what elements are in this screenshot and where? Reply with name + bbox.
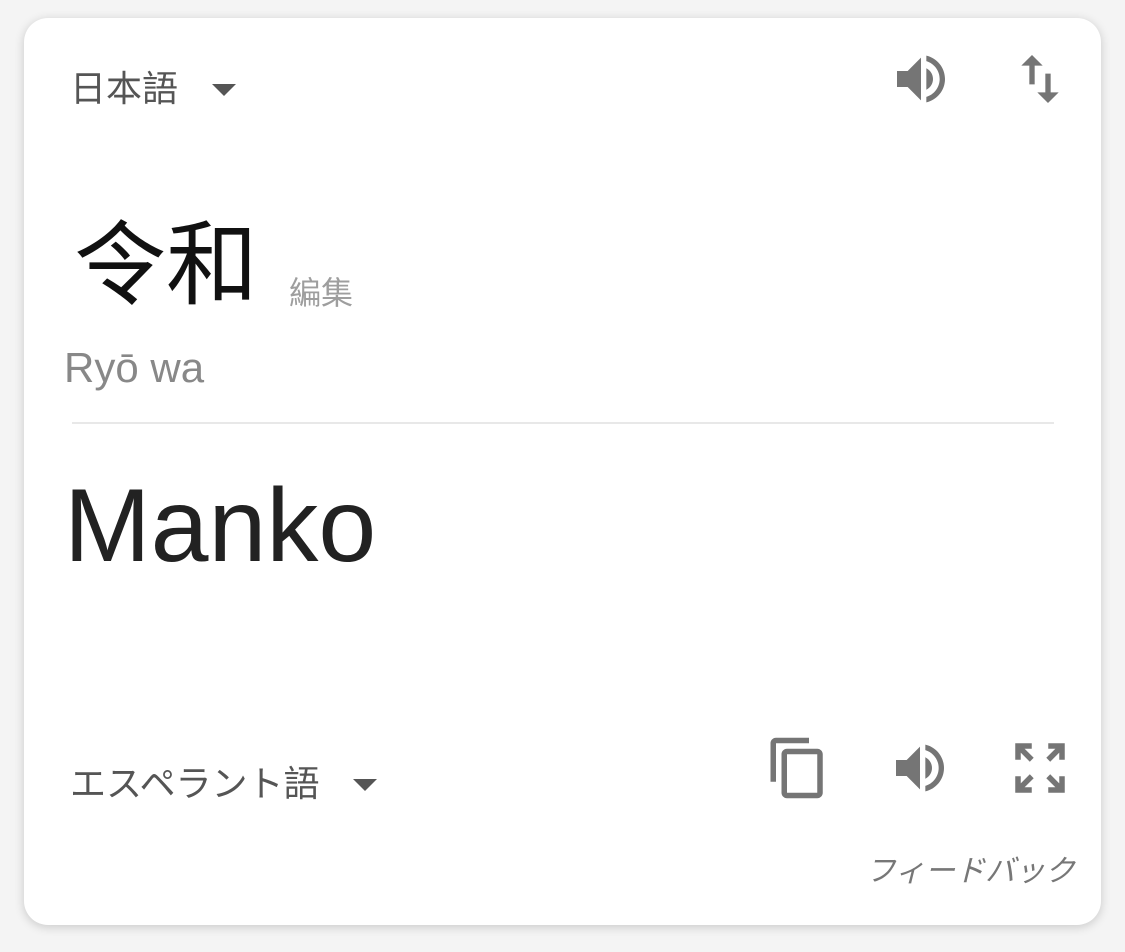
divider [72, 422, 1054, 424]
speaker-icon [897, 55, 945, 103]
translate-card: 日本語 令和 編集 Ryō wa Manko エスペラント語 フィードバック [24, 18, 1101, 925]
source-language-select[interactable]: 日本語 [70, 69, 237, 110]
fullscreen-button[interactable] [1004, 732, 1076, 804]
chevron-down-icon [212, 84, 237, 96]
source-text: 令和 [74, 212, 259, 319]
swap-languages-icon [1021, 55, 1059, 103]
target-speaker-button[interactable] [884, 732, 956, 804]
speaker-icon [896, 744, 944, 792]
translation-text: Manko [64, 468, 377, 584]
swap-languages-button[interactable] [1004, 43, 1076, 115]
target-language-label: エスペラント語 [70, 764, 320, 805]
fullscreen-icon [1015, 743, 1065, 793]
copy-icon [770, 737, 823, 799]
chevron-down-icon [353, 779, 378, 791]
edit-link[interactable]: 編集 [289, 268, 353, 314]
copy-button[interactable] [762, 732, 834, 804]
source-speaker-button[interactable] [885, 43, 957, 115]
source-language-label: 日本語 [70, 69, 179, 110]
target-language-select[interactable]: エスペラント語 [70, 764, 378, 805]
feedback-link[interactable]: フィードバック [866, 846, 1075, 890]
romanization-text: Ryō wa [64, 344, 205, 391]
